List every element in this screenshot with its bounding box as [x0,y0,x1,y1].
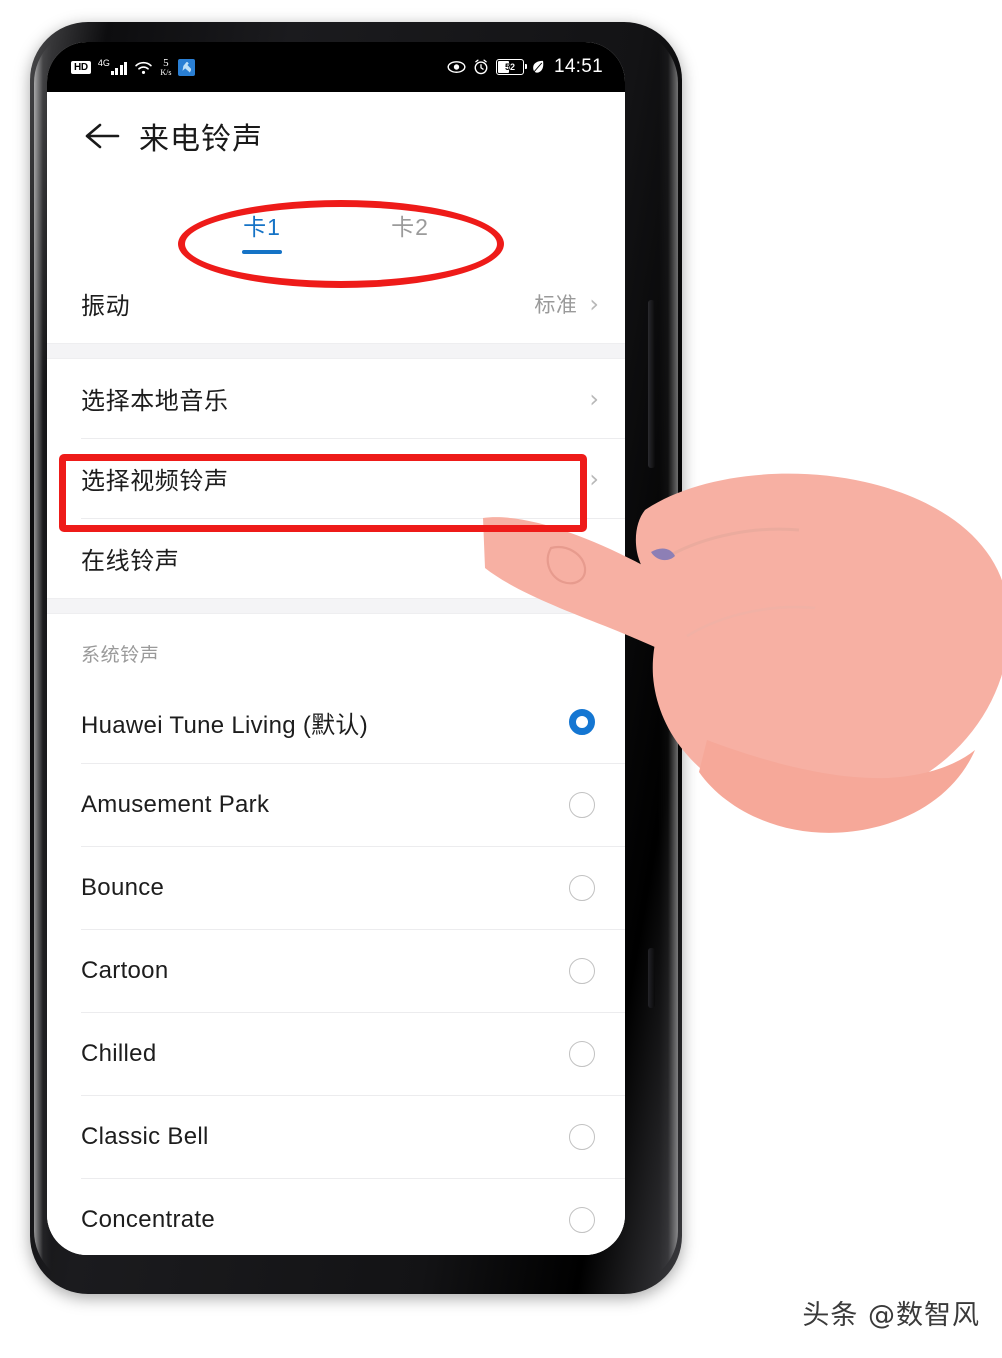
app-header: 来电铃声 [47,92,625,180]
radio-button[interactable] [569,875,595,901]
ringtone-row-concentrate[interactable]: Concentrate [47,1179,625,1255]
radio-button[interactable] [569,1207,595,1233]
setting-row-local-music[interactable]: 选择本地音乐 › [47,359,625,438]
setting-row-online-ringtone[interactable]: 在线铃声 › [47,519,625,598]
ringtone-label: Chilled [81,1040,157,1067]
section-divider [47,343,625,359]
tab-inactive-indicator [390,250,430,254]
battery-icon: 52 [495,59,527,75]
ringtone-row-bounce[interactable]: Bounce [47,847,625,929]
ringtone-label: Cartoon [81,957,169,984]
watermark-text: 头条 @数智风 [802,1300,980,1331]
tab-sim-1[interactable]: 卡1 [236,208,288,254]
radio-button-selected[interactable] [569,709,595,735]
data-rate-unit: K/s [160,67,172,77]
back-arrow-icon[interactable] [81,115,123,157]
side-button-lower[interactable] [648,948,655,1008]
tab-sim-2[interactable]: 卡2 [384,208,436,254]
tab-sim-1-label: 卡1 [243,214,281,240]
setting-label-local-music: 选择本地音乐 [81,388,229,415]
running-person-icon [178,58,196,76]
setting-row-vibration[interactable]: 振动 标准 › [47,264,625,343]
data-rate-indicator: 5 K/s [160,56,172,77]
section-divider [47,598,625,614]
ringtone-row-cartoon[interactable]: Cartoon [47,930,625,1012]
tab-sim-2-label: 卡2 [391,214,429,240]
radio-button[interactable] [569,1041,595,1067]
setting-label-online-ringtone: 在线铃声 [81,548,180,575]
system-ringtones-header: 系统铃声 [47,614,625,681]
leaf-power-saving-icon [531,60,545,75]
ringtone-row-huawei-tune-living[interactable]: Huawei Tune Living (默认) [47,681,625,763]
status-bar: HD 4G 5 K/s 52 14:51 [47,42,625,92]
ringtone-label: Amusement Park [81,791,270,818]
battery-percent-label: 52 [504,62,515,72]
ringtone-row-chilled[interactable]: Chilled [47,1013,625,1095]
power-button[interactable] [648,300,655,468]
chevron-right-icon: › [589,384,599,413]
network-type-label: 4G [97,58,110,68]
alarm-clock-icon [473,59,489,75]
page-title: 来电铃声 [139,123,263,156]
chevron-right-icon: › [589,544,599,573]
setting-label-vibration: 振动 [81,293,131,320]
tab-active-indicator [242,250,282,254]
status-bar-right-group: 52 14:51 [447,56,603,78]
radio-button[interactable] [569,792,595,818]
setting-label-video-ringtone: 选择视频铃声 [81,468,229,495]
eye-comfort-icon [447,60,466,74]
data-rate-value: 5 [163,56,169,69]
wifi-icon [134,60,153,75]
radio-button[interactable] [569,958,595,984]
ringtone-label: Concentrate [81,1206,216,1233]
sim-card-tabs: 卡1 卡2 [47,180,625,264]
ringtone-row-classic-bell[interactable]: Classic Bell [47,1096,625,1178]
cellular-signal-icon: 4G [98,59,128,75]
ringtone-label: Classic Bell [81,1123,209,1150]
setting-row-video-ringtone[interactable]: 选择视频铃声 › [47,439,625,518]
signal-bars-icon [110,61,128,75]
chevron-right-icon: › [589,464,599,493]
phone-screen: HD 4G 5 K/s 52 14:51 来电铃声 卡1 卡2 振动 标准 › … [47,42,625,1255]
clock-time: 14:51 [553,56,603,77]
hd-voice-icon: HD [71,60,91,74]
radio-button[interactable] [569,1124,595,1150]
status-bar-left-group: HD 4G 5 K/s [71,56,196,77]
chevron-right-icon: › [589,289,599,318]
ringtone-label: Bounce [81,874,165,901]
ringtone-row-amusement-park[interactable]: Amusement Park [47,764,625,846]
ringtone-label: Huawei Tune Living (默认) [81,711,369,739]
setting-value-vibration: 标准 [534,293,578,317]
